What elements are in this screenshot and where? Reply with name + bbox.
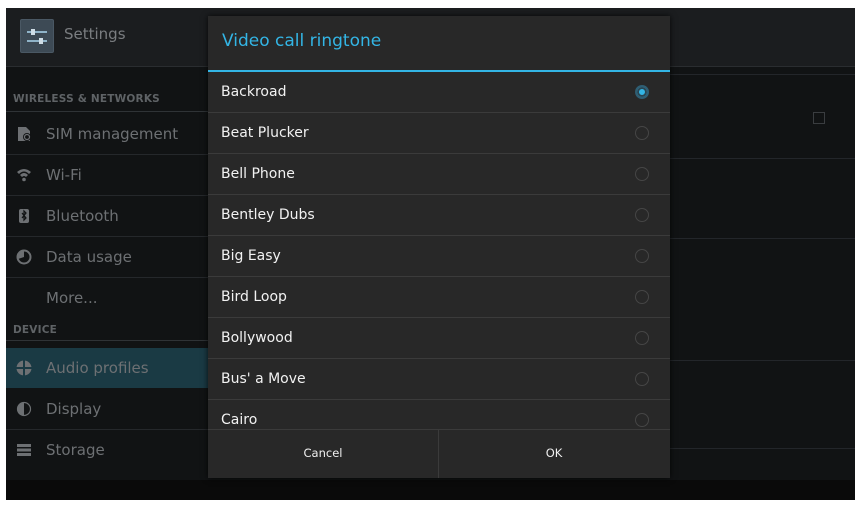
section-header-device: DEVICE xyxy=(13,324,57,336)
ringtone-option-cairo[interactable]: Cairo xyxy=(208,400,670,429)
sidebar-item-label: SIM management xyxy=(46,125,179,143)
option-label: Bollywood xyxy=(221,330,293,346)
ringtone-dialog: Video call ringtone Backroad Beat Plucke… xyxy=(208,16,670,478)
section-divider xyxy=(6,340,208,341)
detail-divider xyxy=(668,158,855,159)
sidebar-item-label: Display xyxy=(46,400,102,418)
sidebar-item-label: Audio profiles xyxy=(46,359,149,377)
section-header-wireless: WIRELESS & NETWORKS xyxy=(13,93,160,105)
ok-button[interactable]: OK xyxy=(439,430,669,478)
option-label: Bird Loop xyxy=(221,289,287,305)
bluetooth-icon xyxy=(19,209,29,223)
ringtone-option-big-easy[interactable]: Big Easy xyxy=(208,236,670,277)
radio-button[interactable] xyxy=(635,372,649,386)
radio-button-selected[interactable] xyxy=(635,85,649,99)
radio-button[interactable] xyxy=(635,208,649,222)
cancel-button[interactable]: Cancel xyxy=(208,430,438,478)
ringtone-option-beat-plucker[interactable]: Beat Plucker xyxy=(208,113,670,154)
option-label: Beat Plucker xyxy=(221,125,309,141)
ringtone-option-bentley-dubs[interactable]: Bentley Dubs xyxy=(208,195,670,236)
sidebar-item-label: Data usage xyxy=(46,248,132,266)
audio-profiles-icon xyxy=(16,360,32,376)
radio-button[interactable] xyxy=(635,126,649,140)
sidebar-item-more[interactable]: More... xyxy=(6,278,208,318)
option-label: Bentley Dubs xyxy=(221,207,315,223)
sidebar-item-label: More... xyxy=(46,289,98,307)
ringtone-option-bus-a-move[interactable]: Bus' a Move xyxy=(208,359,670,400)
ringtone-option-bird-loop[interactable]: Bird Loop xyxy=(208,277,670,318)
radio-button[interactable] xyxy=(635,249,649,263)
sidebar-item-label: Bluetooth xyxy=(46,207,119,225)
ringtone-list[interactable]: Backroad Beat Plucker Bell Phone Bentley… xyxy=(208,72,670,429)
sidebar-item-display[interactable]: Display xyxy=(6,389,208,429)
detail-divider xyxy=(668,74,855,75)
option-label: Cairo xyxy=(221,412,258,428)
dialog-button-bar: Cancel OK xyxy=(208,429,670,478)
sim-icon xyxy=(18,127,31,141)
detail-divider xyxy=(668,360,855,361)
app-title: Settings xyxy=(64,25,126,43)
detail-divider xyxy=(668,238,855,239)
sidebar-item-audio-profiles[interactable]: Audio profiles xyxy=(6,348,208,388)
option-label: Bus' a Move xyxy=(221,371,306,387)
display-icon xyxy=(16,401,32,417)
radio-button[interactable] xyxy=(635,331,649,345)
option-label: Bell Phone xyxy=(221,166,295,182)
storage-icon xyxy=(17,444,31,456)
settings-app-icon[interactable] xyxy=(20,19,54,53)
sidebar-item-storage[interactable]: Storage xyxy=(6,430,208,470)
settings-sidebar: WIRELESS & NETWORKS SIM management Wi-Fi xyxy=(6,67,208,487)
data-usage-icon xyxy=(16,249,32,265)
wifi-icon xyxy=(17,169,31,182)
ringtone-option-bell-phone[interactable]: Bell Phone xyxy=(208,154,670,195)
sidebar-item-label: Storage xyxy=(46,441,105,459)
radio-button[interactable] xyxy=(635,167,649,181)
device-screen: Settings WIRELESS & NETWORKS SIM managem… xyxy=(6,8,855,500)
dialog-title: Video call ringtone xyxy=(222,31,382,51)
radio-button[interactable] xyxy=(635,413,649,427)
option-label: Backroad xyxy=(221,84,287,100)
sidebar-item-label: Wi-Fi xyxy=(46,166,82,184)
ringtone-option-bollywood[interactable]: Bollywood xyxy=(208,318,670,359)
detail-divider xyxy=(668,448,855,449)
radio-button[interactable] xyxy=(635,290,649,304)
system-navigation-bar xyxy=(6,480,855,500)
sidebar-item-bluetooth[interactable]: Bluetooth xyxy=(6,196,208,236)
sidebar-item-data-usage[interactable]: Data usage xyxy=(6,237,208,277)
ringtone-option-backroad[interactable]: Backroad xyxy=(208,72,670,113)
sidebar-item-sim-management[interactable]: SIM management xyxy=(6,114,208,154)
sidebar-item-wifi[interactable]: Wi-Fi xyxy=(6,155,208,195)
detail-checkbox[interactable] xyxy=(813,112,825,124)
section-divider xyxy=(6,111,208,112)
option-label: Big Easy xyxy=(221,248,281,264)
